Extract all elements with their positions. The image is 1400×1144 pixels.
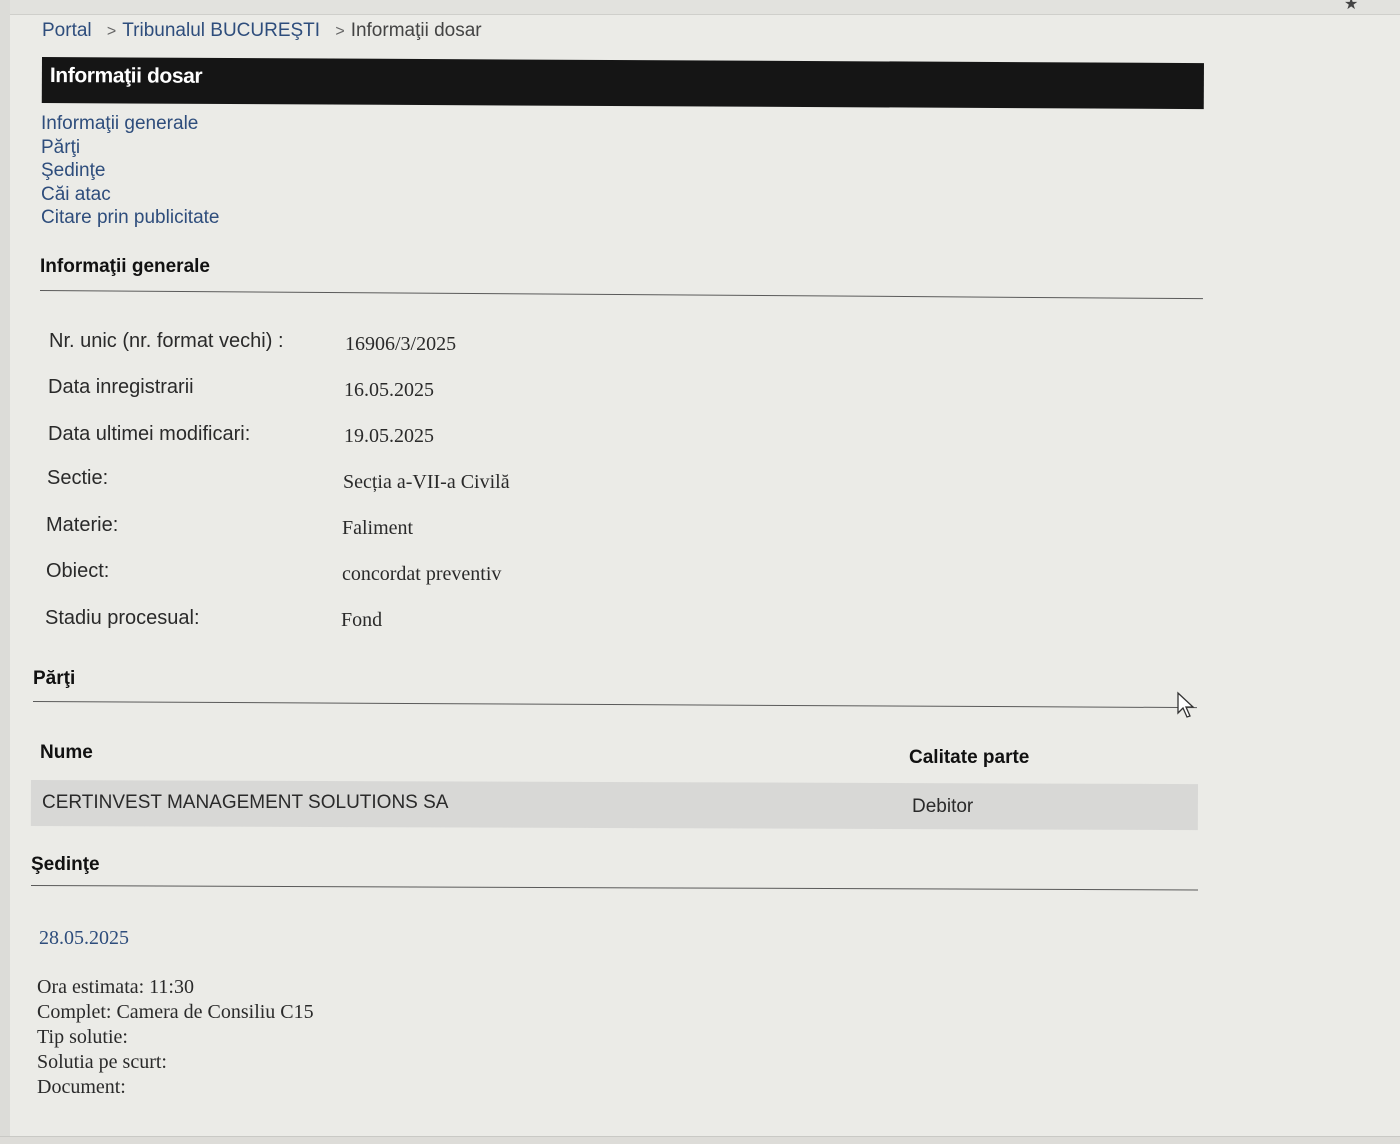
page-title: Informaţii dosar xyxy=(41,57,1204,110)
bookmark-icon[interactable]: ★ xyxy=(1344,0,1358,14)
hearing-ora: Ora estimata: 11:30 xyxy=(37,976,194,998)
nav-link-parti[interactable]: Părţi xyxy=(41,136,219,160)
info-label: Materie: xyxy=(46,514,119,536)
info-label: Stadiu procesual: xyxy=(45,607,200,629)
info-value: Fond xyxy=(341,609,383,631)
info-value: 16906/3/2025 xyxy=(345,333,457,355)
breadcrumb-current: Informaţii dosar xyxy=(350,20,482,41)
hearing-solutia: Solutia pe scurt: xyxy=(37,1051,167,1073)
nav-link-informatii-generale[interactable]: Informaţii generale xyxy=(41,112,219,136)
breadcrumb-separator: > xyxy=(106,23,117,40)
info-value: Faliment xyxy=(342,517,414,539)
nav-link-citare[interactable]: Citare prin publicitate xyxy=(41,206,219,230)
info-label: Data ultimei modificari: xyxy=(48,423,251,445)
section-nav: Informaţii generale Părţi Şedinţe Căi at… xyxy=(41,112,219,230)
info-label: Sectie: xyxy=(47,467,109,489)
section-heading-sedinte: Şedinţe xyxy=(31,854,100,875)
info-value: 19.05.2025 xyxy=(344,425,434,447)
info-value: concordat preventiv xyxy=(342,563,502,585)
info-label: Nr. unic (nr. format vechi) : xyxy=(49,330,284,352)
nav-link-sedinte[interactable]: Şedinţe xyxy=(41,159,219,183)
hearing-document: Document: xyxy=(37,1076,126,1098)
breadcrumb-portal[interactable]: Portal xyxy=(42,20,92,41)
info-value: 16.05.2025 xyxy=(344,379,434,401)
section-heading-parti: Părţi xyxy=(33,668,76,689)
hearing-tip-solutie: Tip solutie: xyxy=(37,1026,128,1048)
hearing-date: 28.05.2025 xyxy=(39,927,129,949)
section-divider xyxy=(32,701,1197,709)
party-role: Debitor xyxy=(912,796,974,817)
hearing-complet: Complet: Camera de Consiliu C15 xyxy=(37,1001,314,1023)
column-header-calitate: Calitate parte xyxy=(909,747,1030,768)
breadcrumb-separator: > xyxy=(335,23,345,40)
section-divider xyxy=(39,290,1203,300)
info-label: Data inregistrarii xyxy=(48,376,194,398)
mouse-pointer-icon xyxy=(1177,691,1195,718)
breadcrumb-tribunal[interactable]: Tribunalul BUCUREŞTI xyxy=(122,20,320,41)
section-divider xyxy=(30,885,1198,891)
browser-top-edge xyxy=(0,0,1400,15)
info-value: Secția a-VII-a Civilă xyxy=(343,471,510,493)
section-heading-general: Informaţii generale xyxy=(40,256,210,277)
party-name: CERTINVEST MANAGEMENT SOLUTIONS SA xyxy=(42,792,449,813)
nav-link-cai-atac[interactable]: Căi atac xyxy=(41,183,219,207)
breadcrumb: Portal > Tribunalul BUCUREŞTI > Informaţii… xyxy=(42,20,482,42)
browser-left-edge xyxy=(0,0,10,1143)
hearing-details: Ora estimata: 11:30 Complet: Camera de C… xyxy=(37,975,314,1100)
info-label: Obiect: xyxy=(46,560,110,582)
column-header-nume: Nume xyxy=(40,742,93,763)
